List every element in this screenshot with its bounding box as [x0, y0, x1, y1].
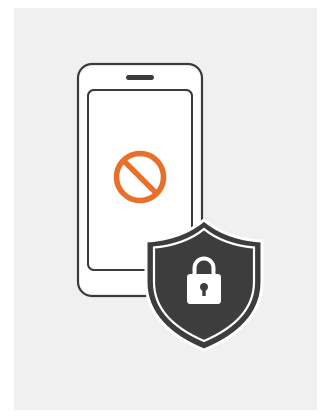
phone-speaker	[126, 75, 154, 80]
security-illustration	[76, 62, 264, 352]
